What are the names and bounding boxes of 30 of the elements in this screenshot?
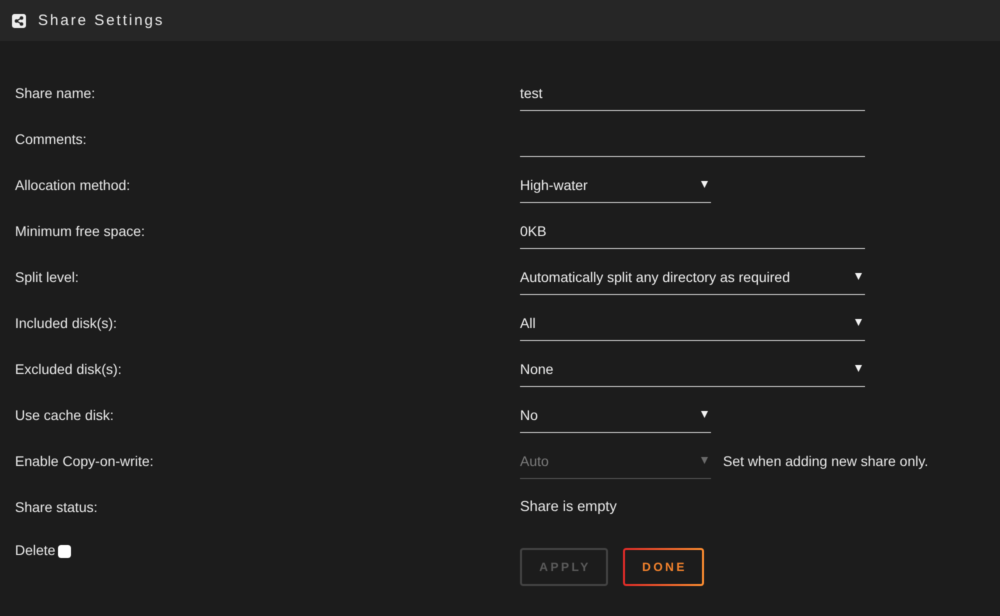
field-label: Share name: <box>15 84 96 103</box>
field-label: Included disk(s): <box>15 314 117 333</box>
done-button[interactable]: DONE <box>623 548 704 586</box>
page-title: Share Settings <box>38 10 164 30</box>
select-field[interactable]: None <box>520 359 865 387</box>
select-field[interactable]: Automatically split any directory as required <box>520 267 865 295</box>
caret-icon <box>855 273 862 280</box>
status-text: Share is empty <box>520 498 617 517</box>
field-note: Set when adding new share only. <box>723 452 928 471</box>
caret-icon <box>701 457 708 464</box>
text-field[interactable]: test <box>520 83 865 111</box>
caret-icon <box>855 365 862 372</box>
field-label: Use cache disk: <box>15 406 114 425</box>
field-label: Minimum free space: <box>15 222 145 241</box>
text-field[interactable]: 0KB <box>520 221 865 249</box>
field-label: Allocation method: <box>15 176 130 195</box>
field-label: Delete <box>15 541 56 560</box>
share-icon <box>12 14 26 28</box>
select-field[interactable]: High-water <box>520 175 711 203</box>
field-label: Share status: <box>15 498 98 517</box>
delete-checkbox[interactable] <box>58 545 72 558</box>
field-label: Comments: <box>15 130 87 149</box>
select-field[interactable]: All <box>520 313 865 341</box>
select-field[interactable]: No <box>520 405 711 433</box>
field-label: Enable Copy-on-write: <box>15 452 154 471</box>
field-label: Excluded disk(s): <box>15 360 122 379</box>
caret-icon <box>701 181 708 188</box>
caret-icon <box>701 411 708 418</box>
field-label: Split level: <box>15 268 79 287</box>
caret-icon <box>855 319 862 326</box>
